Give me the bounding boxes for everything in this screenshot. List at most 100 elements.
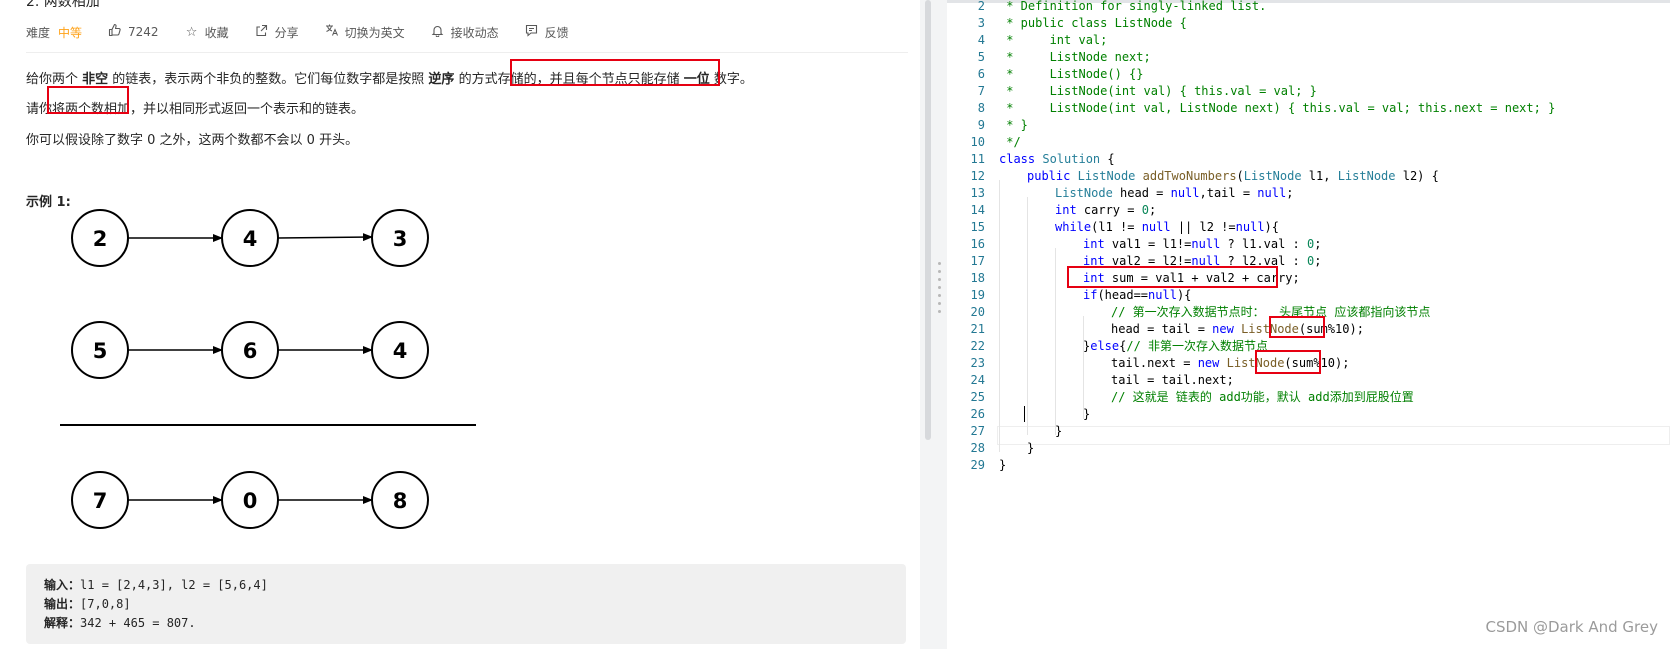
line-number: 17	[970, 254, 985, 268]
code-line: // 这就是 链表的 add功能，默认 add添加到屁股位置	[1111, 390, 1414, 404]
line-number: 27	[970, 424, 985, 438]
line-number: 10	[970, 135, 985, 149]
code-token: val1 = l1!=	[1104, 237, 1192, 251]
highlight-box-sum-mod-1	[1269, 316, 1325, 338]
line-number: 4	[977, 33, 985, 47]
code-line: while(l1 != null || l2 !=null){	[1055, 218, 1279, 236]
example-input: 输入：l1 = [2,4,3], l2 = [5,6,4]	[44, 576, 268, 593]
text-cursor	[1024, 406, 1025, 422]
highlight-box-sum	[1067, 266, 1278, 288]
code-line: * int val;	[999, 33, 1108, 47]
line-number-gutter: 2 3 4 5 6 7 8 9 10 11 12 13 14 15 16 17 …	[947, 0, 985, 649]
code-token: new	[1197, 356, 1220, 370]
desc-text: ，并以相同形式返回一个表示和的链表。	[130, 102, 365, 117]
example-output: 输出：[7,0,8]	[44, 595, 131, 612]
bell-icon	[430, 24, 446, 41]
code-token: null	[1257, 186, 1287, 200]
share-icon	[254, 24, 270, 41]
code-line: class Solution {	[999, 150, 1115, 168]
grip-dot	[938, 286, 941, 289]
line-number: 21	[970, 322, 985, 336]
list2-node-value: 4	[393, 339, 408, 363]
star-icon: ☆	[185, 24, 198, 40]
line-number: 3	[977, 16, 985, 30]
code-line: int carry = 0;	[1055, 201, 1156, 219]
panel-splitter[interactable]	[933, 0, 947, 649]
explain-value: 342 + 465 = 807.	[80, 616, 196, 630]
code-token: 0	[1141, 203, 1149, 217]
code-token: null	[1148, 288, 1177, 302]
code-token: public	[1027, 169, 1071, 183]
problem-scrollbar[interactable]	[923, 0, 933, 440]
code-token: );	[1335, 356, 1350, 370]
line-number: 19	[970, 288, 985, 302]
code-editor[interactable]: 2 3 4 5 6 7 8 9 10 11 12 13 14 15 16 17 …	[947, 0, 1670, 649]
grip-dot	[938, 302, 941, 305]
problem-toolbar: 难度 中等 7242 ☆ 收藏 分享 切换为英文 接收动态 反馈	[26, 22, 594, 42]
grip-dot	[938, 294, 941, 297]
code-line: int val1 = l1!=null ? l1.val : 0;	[1083, 235, 1321, 253]
line-number: 11	[970, 152, 985, 166]
result-node-value: 7	[93, 489, 108, 513]
code-token: null	[1191, 237, 1221, 251]
code-token: l1,	[1301, 169, 1338, 183]
code-token: null	[1235, 220, 1265, 234]
code-token: // 非第一次存入数据节点	[1126, 339, 1269, 353]
grip-dot	[938, 262, 941, 265]
line-number: 23	[970, 356, 985, 370]
code-token: );	[1349, 322, 1364, 336]
code-token: || l2 !=	[1170, 220, 1236, 234]
code-token: int	[1083, 237, 1105, 251]
code-token: {	[1100, 152, 1115, 166]
switch-language-label: 切换为英文	[344, 25, 405, 40]
grip-dot	[938, 278, 941, 281]
share-button[interactable]: 分享	[254, 24, 299, 41]
line-number: 7	[977, 84, 985, 98]
like-button[interactable]: 7242	[107, 23, 159, 41]
code-line: * ListNode() {}	[999, 67, 1144, 81]
output-value: [7,0,8]	[80, 597, 131, 611]
code-line: public ListNode addTwoNumbers(ListNode l…	[1027, 169, 1439, 183]
desc-text: 的链表，表示两个非负的整数。它们每位数字都是按照	[108, 72, 429, 87]
code-line: * Definition for singly-linked list.	[999, 0, 1267, 13]
code-token: if	[1083, 288, 1098, 302]
code-line: }	[1027, 441, 1035, 455]
scrollbar-thumb[interactable]	[925, 0, 931, 440]
code-line: ListNode head = null,tail = null;	[1055, 184, 1293, 202]
favorite-button[interactable]: ☆ 收藏	[184, 24, 229, 41]
line-number: 22	[970, 339, 985, 353]
line-number: 5	[977, 50, 985, 64]
highlight-box-sum-mod-2	[1255, 350, 1321, 374]
code-area[interactable]: * Definition for singly-linked list. * p…	[999, 0, 1670, 649]
code-token: head = tail =	[1111, 322, 1213, 336]
code-line: if(head==null){	[1083, 286, 1191, 304]
highlight-box-add-numbers	[47, 86, 129, 114]
list1-node-value: 3	[393, 227, 408, 251]
code-token: ListNode	[1243, 169, 1302, 183]
line-number: 13	[970, 186, 985, 200]
watermark: CSDN @Dark And Grey	[1485, 618, 1658, 636]
result-node-value: 0	[243, 489, 258, 513]
subscribe-button[interactable]: 接收动态	[430, 24, 499, 41]
line-number: 28	[970, 441, 985, 455]
like-count: 7242	[128, 25, 159, 39]
code-token: new	[1212, 322, 1234, 336]
translate-icon	[324, 23, 340, 41]
header-divider	[26, 52, 908, 53]
difficulty-value: 中等	[58, 25, 83, 40]
code-token: head =	[1112, 186, 1171, 200]
subscribe-label: 接收动态	[450, 25, 499, 40]
code-token: ){	[1264, 220, 1279, 234]
line-number: 9	[977, 118, 985, 132]
grip-dot	[938, 270, 941, 273]
code-token: null	[1141, 220, 1171, 234]
line-number: 29	[970, 458, 985, 472]
favorite-label: 收藏	[204, 25, 229, 40]
output-label: 输出：	[44, 597, 81, 611]
code-token: carry =	[1076, 203, 1142, 217]
code-token: ListNode	[1077, 169, 1136, 183]
code-line: * ListNode(int val) { this.val = val; }	[999, 84, 1317, 98]
feedback-button[interactable]: 反馈	[524, 24, 569, 41]
switch-language-button[interactable]: 切换为英文	[324, 23, 405, 41]
line-number: 15	[970, 220, 985, 234]
